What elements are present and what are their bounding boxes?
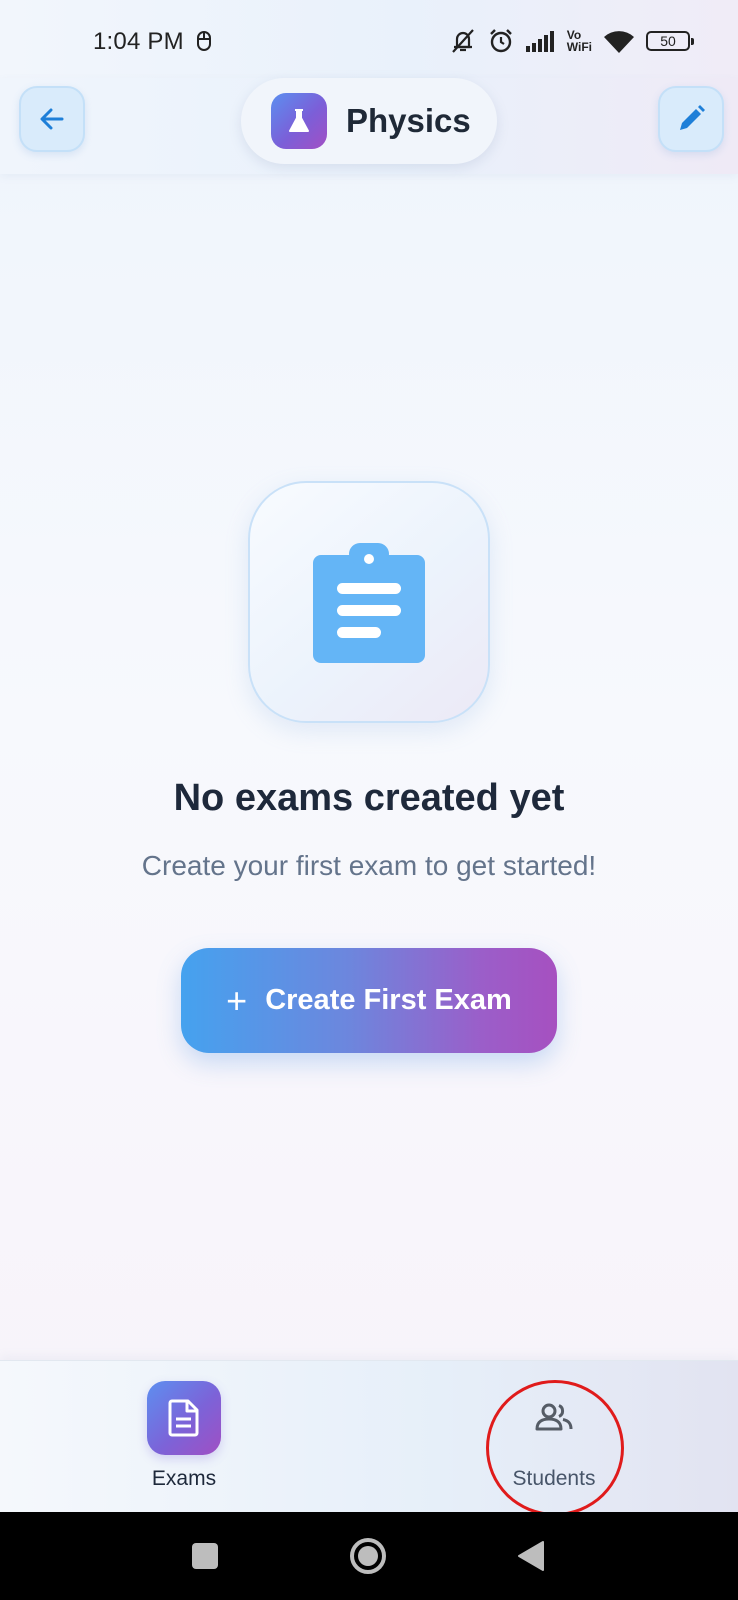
subject-title-pill: Physics bbox=[241, 78, 497, 164]
nav-label-exams: Exams bbox=[151, 1467, 217, 1490]
status-icons: Vo WiFi 50 bbox=[449, 26, 694, 56]
edit-button[interactable] bbox=[658, 86, 724, 152]
home-circle-icon bbox=[350, 1538, 386, 1574]
pencil-icon bbox=[680, 105, 705, 130]
bottom-navigation: Exams Students bbox=[0, 1360, 738, 1513]
nav-item-students[interactable]: Students bbox=[454, 1361, 654, 1513]
bell-muted-icon bbox=[451, 29, 474, 53]
vowifi-bottom: WiFi bbox=[566, 40, 592, 54]
students-nav-icon-wrap bbox=[534, 1397, 574, 1437]
app-header: Physics bbox=[0, 78, 738, 174]
exams-nav-badge bbox=[147, 1381, 221, 1455]
triangle-back-icon bbox=[518, 1541, 544, 1571]
create-first-exam-button[interactable]: + Create First Exam bbox=[181, 948, 557, 1053]
wifi-icon bbox=[604, 31, 634, 53]
recents-button[interactable] bbox=[183, 1534, 227, 1578]
nav-item-exams[interactable]: Exams bbox=[84, 1361, 284, 1513]
status-time: 1:04 PM bbox=[93, 28, 184, 55]
plus-icon: + bbox=[226, 979, 248, 1021]
create-first-exam-label: Create First Exam bbox=[265, 984, 512, 1016]
vowifi-indicator: Vo WiFi bbox=[567, 29, 592, 53]
status-bar: 1:04 PM Vo WiFi 50 bbox=[0, 0, 738, 78]
document-icon bbox=[168, 1399, 199, 1437]
empty-state-subtitle: Create your first exam to get started! bbox=[141, 850, 597, 881]
system-navigation-bar bbox=[0, 1512, 738, 1600]
clipboard-icon bbox=[313, 543, 425, 663]
empty-state-title: No exams created yet bbox=[173, 777, 565, 819]
system-back-button[interactable] bbox=[509, 1534, 553, 1578]
home-button[interactable] bbox=[346, 1534, 390, 1578]
square-icon bbox=[192, 1543, 218, 1569]
notification-app-icon bbox=[197, 31, 211, 51]
empty-state-illustration bbox=[248, 481, 490, 723]
people-icon bbox=[535, 1403, 573, 1431]
battery-icon: 50 bbox=[646, 31, 694, 51]
nav-label-students: Students bbox=[512, 1467, 596, 1490]
arrow-left-icon bbox=[40, 108, 64, 130]
flask-icon bbox=[289, 109, 309, 132]
alarm-icon bbox=[489, 29, 512, 53]
page-title: Physics bbox=[346, 102, 471, 139]
signal-icon bbox=[525, 31, 554, 52]
back-button[interactable] bbox=[19, 86, 85, 152]
flask-badge bbox=[271, 93, 327, 149]
